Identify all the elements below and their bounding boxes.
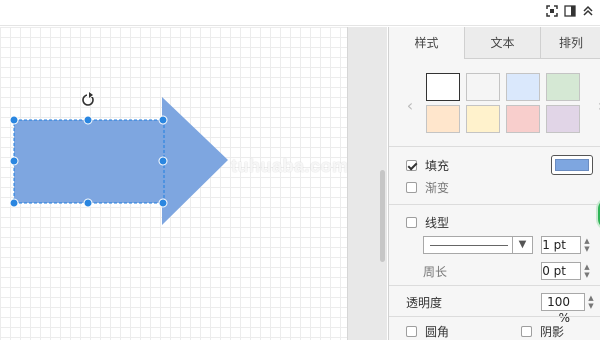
opacity-input[interactable]: 100 % ▲ ▼ <box>541 293 594 325</box>
gradient-label: 渐变 <box>425 180 450 195</box>
opacity-label: 透明度 <box>406 295 443 310</box>
divider <box>389 285 600 286</box>
handle-bottom[interactable] <box>83 198 93 208</box>
style-swatch[interactable] <box>426 73 460 101</box>
line-style-select[interactable]: ▼ <box>423 236 533 254</box>
line-width-input[interactable]: 1 pt ▲ ▼ <box>541 236 590 254</box>
line-row: 线型 <box>389 212 600 232</box>
shadow-checkbox[interactable] <box>521 325 533 337</box>
fill-checkbox[interactable] <box>406 159 417 171</box>
divider <box>389 316 600 317</box>
tab-arrange[interactable]: 排列 <box>540 27 600 59</box>
diagram-canvas[interactable] <box>0 27 347 340</box>
style-swatch[interactable] <box>466 73 500 101</box>
fill-color-swatch <box>555 159 589 171</box>
window-controls <box>546 5 594 17</box>
handle-right[interactable] <box>158 156 168 166</box>
stepper-icon[interactable]: ▲ ▼ <box>582 263 592 279</box>
style-swatch[interactable] <box>506 73 540 101</box>
arrow-shape-fill[interactable] <box>14 97 228 225</box>
style-swatch[interactable] <box>466 105 500 133</box>
tab-text[interactable]: 文本 <box>464 27 540 59</box>
style-swatch[interactable] <box>546 73 580 101</box>
fill-color-button[interactable] <box>551 155 593 175</box>
perimeter-value: 0 pt <box>542 264 566 278</box>
handle-top-left[interactable] <box>9 115 19 125</box>
line-label: 线型 <box>425 215 450 230</box>
line-checkbox[interactable] <box>406 216 417 228</box>
rounded-label: 圆角 <box>425 324 450 339</box>
line-style-preview <box>430 245 508 246</box>
tab-style[interactable]: 样式 <box>389 27 464 59</box>
format-panel: 样式 文本 排列 ‹ › 填充 渐变 线型 ▼ 1 pt ▲▼ 周长 0 pt … <box>388 27 600 340</box>
style-swatch[interactable] <box>426 105 460 133</box>
rotate-icon[interactable] <box>82 92 94 106</box>
chevron-down-icon[interactable]: ▼ <box>512 237 532 253</box>
stepper-icon[interactable]: ▲ ▼ <box>586 294 596 310</box>
canvas-scrollbar[interactable] <box>380 170 385 262</box>
arrow-shape[interactable] <box>0 27 347 340</box>
handle-top-right[interactable] <box>158 115 168 125</box>
collapse-icon[interactable] <box>582 5 594 17</box>
chevron-left-icon[interactable]: ‹ <box>403 96 417 116</box>
handle-left[interactable] <box>9 156 19 166</box>
perimeter-input[interactable]: 0 pt ▲ ▼ <box>541 262 590 280</box>
style-swatch[interactable] <box>506 105 540 133</box>
handle-top[interactable] <box>83 115 93 125</box>
style-swatches: ‹ › <box>389 59 600 169</box>
line-width-value: 1 pt <box>542 238 566 252</box>
handle-bottom-left[interactable] <box>9 198 19 208</box>
shadow-label: 阴影 <box>540 324 565 339</box>
top-toolbar <box>0 0 600 26</box>
gradient-checkbox[interactable] <box>406 181 417 193</box>
watermark-text: tuhuaba.com <box>231 156 349 176</box>
format-panel-icon[interactable] <box>564 5 576 17</box>
format-tabs: 样式 文本 排列 <box>389 27 600 59</box>
divider <box>389 146 600 147</box>
stepper-icon[interactable]: ▲ ▼ <box>582 237 592 253</box>
swatch-grid <box>426 73 580 133</box>
fill-label: 填充 <box>425 158 450 173</box>
fill-row: 填充 <box>389 155 600 175</box>
divider <box>389 204 600 205</box>
fullscreen-icon[interactable] <box>546 5 558 17</box>
perimeter-label: 周长 <box>423 264 448 279</box>
gradient-row: 渐变 <box>389 177 600 197</box>
style-swatch[interactable] <box>546 105 580 133</box>
rounded-checkbox[interactable] <box>406 325 417 337</box>
handle-bottom-right[interactable] <box>158 198 168 208</box>
chevron-right-icon[interactable]: › <box>594 96 600 116</box>
rounded-shadow-row: 圆角 阴影 <box>389 321 600 341</box>
